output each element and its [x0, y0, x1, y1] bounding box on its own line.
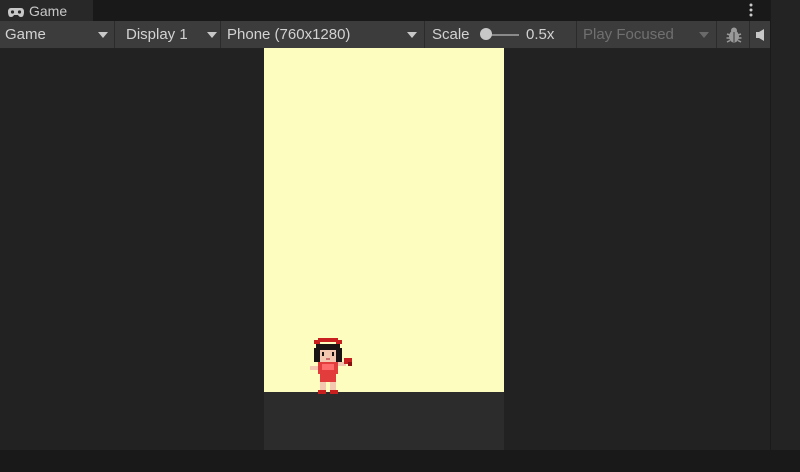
view-mode-dropdown[interactable]: Game — [0, 21, 115, 48]
status-bar — [0, 450, 800, 472]
pixel-girl-sprite — [310, 338, 352, 394]
chevron-down-icon — [207, 32, 217, 38]
scale-value: 0.5x — [526, 26, 555, 43]
tab-game[interactable]: Game — [0, 0, 93, 21]
chevron-down-icon — [407, 32, 417, 38]
tab-label: Game — [29, 2, 68, 19]
resolution-label: Phone (760x1280) — [227, 26, 351, 43]
play-mode-dropdown[interactable]: Play Focused — [578, 21, 717, 48]
chevron-down-icon — [699, 32, 709, 38]
debug-toggle[interactable] — [719, 21, 750, 48]
game-canvas[interactable] — [264, 48, 504, 392]
window-tab-bar: Game — [0, 0, 770, 21]
resolution-dropdown[interactable]: Phone (760x1280) — [222, 21, 425, 48]
scale-slider-handle[interactable] — [480, 28, 492, 40]
audio-toggle[interactable] — [751, 21, 770, 48]
bug-icon — [726, 27, 742, 43]
play-mode-label: Play Focused — [583, 26, 674, 43]
display-label: Display 1 — [126, 26, 188, 43]
scale-label: Scale — [432, 26, 470, 43]
speaker-icon — [756, 28, 764, 41]
ground-strip — [264, 392, 504, 450]
view-mode-label: Game — [5, 26, 46, 43]
display-dropdown[interactable]: Display 1 — [117, 21, 221, 48]
kebab-menu-icon[interactable] — [744, 0, 758, 20]
gamepad-icon — [8, 5, 24, 17]
game-toolbar: Game Display 1 Phone (760x1280) Scale 0.… — [0, 21, 770, 49]
chevron-down-icon — [98, 32, 108, 38]
right-panel-edge — [770, 0, 800, 450]
